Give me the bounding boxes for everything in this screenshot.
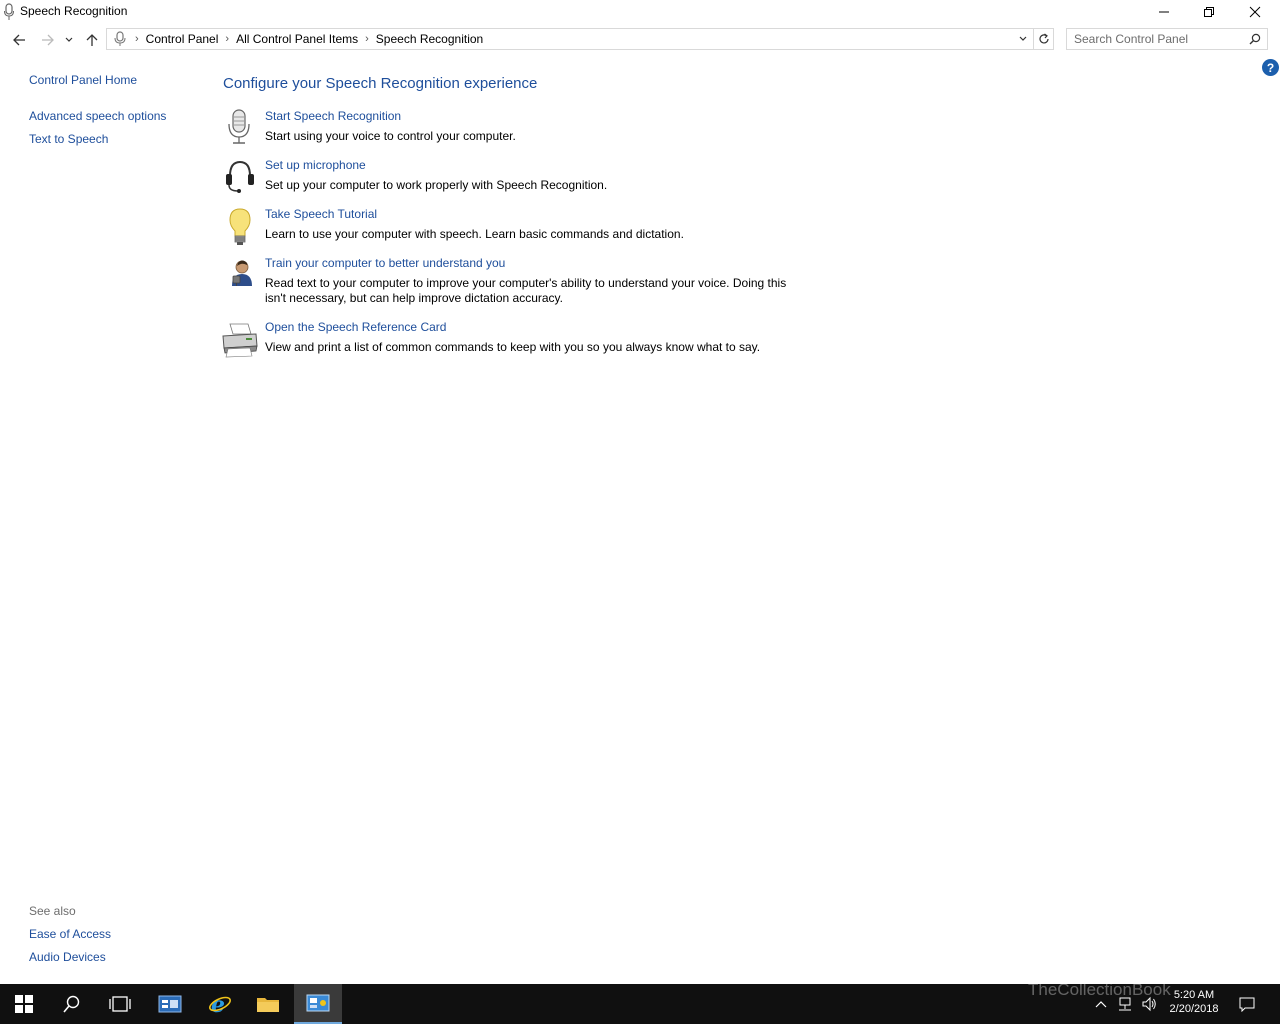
search-box[interactable] xyxy=(1066,28,1268,50)
window-title: Speech Recognition xyxy=(20,4,128,18)
recent-locations-button[interactable] xyxy=(62,30,76,50)
show-hidden-icons-button[interactable] xyxy=(1090,984,1112,1024)
task-description: Set up your computer to work properly wi… xyxy=(265,178,608,192)
person-icon xyxy=(232,260,252,286)
minimize-button[interactable] xyxy=(1141,0,1187,24)
start-button[interactable] xyxy=(0,984,48,1024)
chevron-down-icon xyxy=(65,37,73,42)
action-center-button[interactable] xyxy=(1236,984,1258,1024)
svg-text:e: e xyxy=(211,992,225,1016)
minimize-icon xyxy=(1159,11,1169,13)
chevron-up-icon xyxy=(1095,1001,1107,1008)
file-explorer-taskbar-button[interactable] xyxy=(244,984,292,1024)
title-bar: Speech Recognition xyxy=(0,0,1280,24)
take-speech-tutorial-link[interactable]: Take Speech Tutorial xyxy=(265,207,377,221)
printer-icon xyxy=(222,323,258,358)
text-to-speech-link[interactable]: Text to Speech xyxy=(29,132,108,146)
search-input[interactable] xyxy=(1074,32,1244,46)
up-button[interactable] xyxy=(82,30,102,50)
advanced-speech-options-link[interactable]: Advanced speech options xyxy=(29,109,166,123)
audio-devices-link[interactable]: Audio Devices xyxy=(29,950,106,964)
task-description: Learn to use your computer with speech. … xyxy=(265,227,684,241)
address-row: › Control Panel › All Control Panel Item… xyxy=(0,26,1280,54)
task-view-icon xyxy=(109,996,131,1012)
network-icon xyxy=(1119,997,1131,1011)
refresh-icon xyxy=(1038,33,1049,44)
clock-time: 5:20 AM xyxy=(1173,989,1215,1001)
volume-tray-button[interactable] xyxy=(1138,984,1160,1024)
windows-logo-icon xyxy=(15,995,33,1013)
search-icon xyxy=(1249,33,1261,45)
server-manager-icon xyxy=(158,995,182,1013)
address-dropdown-button[interactable] xyxy=(1015,31,1031,47)
notification-icon xyxy=(1239,997,1255,1012)
task-view-button[interactable] xyxy=(96,984,144,1024)
internet-explorer-icon: e xyxy=(209,992,231,1016)
breadcrumb-control-panel[interactable]: Control Panel xyxy=(146,32,219,46)
breadcrumb-separator[interactable]: › xyxy=(225,33,229,45)
arrow-up-icon xyxy=(86,34,98,46)
control-panel-taskbar-button[interactable] xyxy=(294,984,342,1024)
folder-icon xyxy=(257,998,279,1012)
help-button[interactable]: ? xyxy=(1262,59,1279,76)
task-description: Read text to your computer to improve yo… xyxy=(265,276,787,305)
train-computer-link[interactable]: Train your computer to better understand… xyxy=(265,256,505,270)
chevron-down-icon xyxy=(1019,36,1027,41)
page-title: Configure your Speech Recognition experi… xyxy=(223,75,538,92)
open-speech-reference-card-link[interactable]: Open the Speech Reference Card xyxy=(265,320,446,334)
breadcrumb-speech-recognition[interactable]: Speech Recognition xyxy=(376,32,483,46)
set-up-microphone-link[interactable]: Set up microphone xyxy=(265,158,366,172)
server-manager-taskbar-button[interactable] xyxy=(146,984,194,1024)
breadcrumb-separator[interactable]: › xyxy=(135,33,139,45)
start-speech-recognition-link[interactable]: Start Speech Recognition xyxy=(265,109,401,123)
restore-button[interactable] xyxy=(1186,0,1232,24)
speaker-icon xyxy=(1142,996,1156,1012)
microphone-icon xyxy=(114,31,126,46)
close-button[interactable] xyxy=(1232,0,1278,24)
breadcrumb-all-items[interactable]: All Control Panel Items xyxy=(236,32,358,46)
search-taskbar-button[interactable] xyxy=(48,984,96,1024)
see-also-header: See also xyxy=(29,904,76,918)
microphone-icon xyxy=(228,109,250,144)
arrow-right-icon xyxy=(42,34,54,46)
network-tray-button[interactable] xyxy=(1114,984,1136,1024)
arrow-left-icon xyxy=(13,34,25,46)
clock-date: 2/20/2018 xyxy=(1169,1003,1219,1015)
task-description: View and print a list of common commands… xyxy=(265,340,761,354)
close-icon xyxy=(1249,6,1261,18)
back-button[interactable] xyxy=(9,30,29,50)
address-bar[interactable]: › Control Panel › All Control Panel Item… xyxy=(106,28,1034,50)
control-panel-icon xyxy=(306,994,330,1012)
headset-icon xyxy=(226,160,254,193)
taskbar: e TheCollectionBook 5:20 AM 2/20/2018 xyxy=(0,980,1280,1024)
restore-icon xyxy=(1204,7,1214,17)
internet-explorer-taskbar-button[interactable]: e xyxy=(196,984,244,1024)
ease-of-access-link[interactable]: Ease of Access xyxy=(29,927,111,941)
lightbulb-icon xyxy=(229,208,251,245)
microphone-icon xyxy=(4,3,14,20)
search-icon xyxy=(63,995,80,1013)
breadcrumb-separator[interactable]: › xyxy=(365,33,369,45)
task-description: Start using your voice to control your c… xyxy=(265,129,516,143)
refresh-button[interactable] xyxy=(1034,28,1054,50)
forward-button[interactable] xyxy=(38,30,58,50)
clock[interactable]: 5:20 AM 2/20/2018 xyxy=(1164,988,1224,1016)
control-panel-home-link[interactable]: Control Panel Home xyxy=(29,73,137,87)
